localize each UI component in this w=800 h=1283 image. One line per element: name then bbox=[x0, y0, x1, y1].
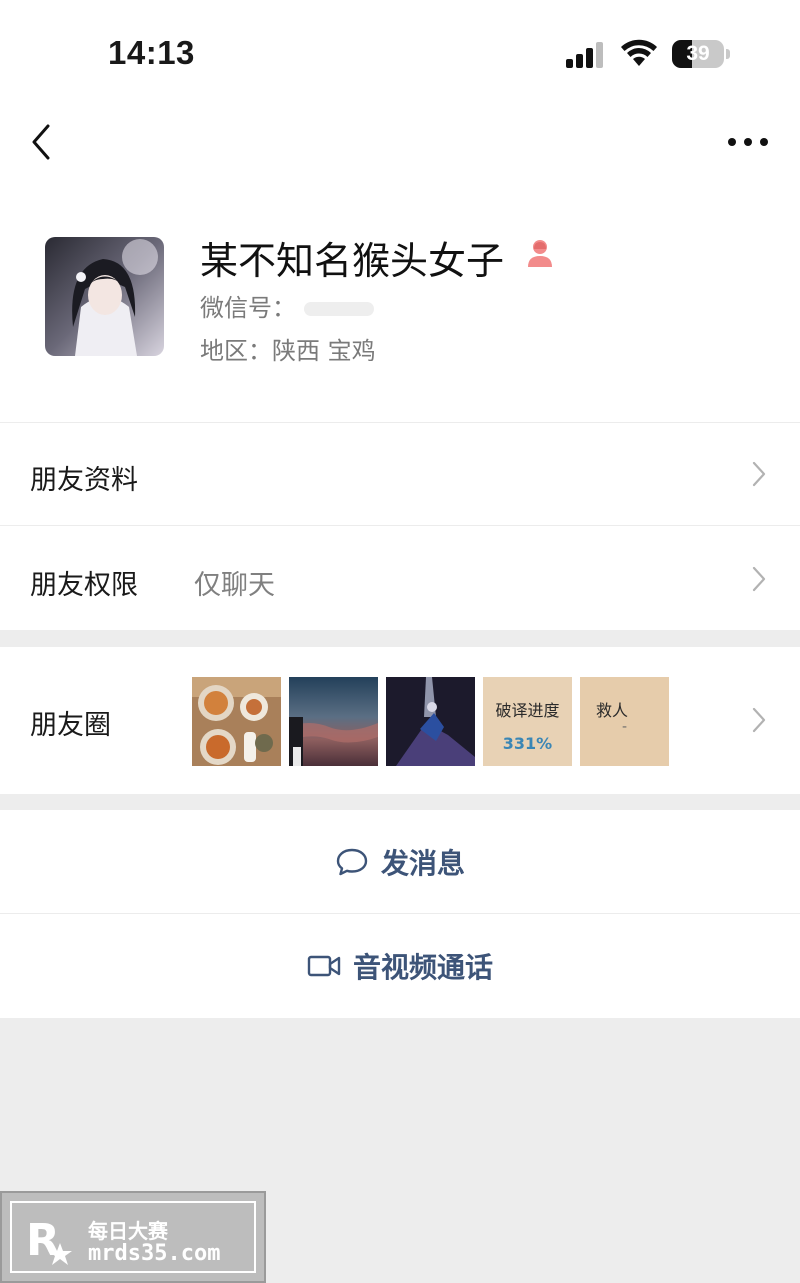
cellular-signal-icon bbox=[566, 42, 608, 68]
region: 地区：陕西 宝鸡 bbox=[200, 337, 376, 365]
video-call-label: 音视频通话 bbox=[352, 951, 493, 984]
chevron-right-icon bbox=[752, 707, 766, 733]
video-call-button[interactable]: 音视频通话 bbox=[0, 914, 800, 1018]
moments-thumbnail[interactable] bbox=[289, 677, 378, 766]
chevron-right-icon bbox=[752, 566, 766, 592]
send-message-button[interactable]: 发消息 bbox=[0, 810, 800, 913]
friend-profile-label: 朋友资料 bbox=[30, 465, 138, 496]
night-photo bbox=[386, 677, 475, 766]
thumbnail-text-line1: 破译进度 bbox=[495, 701, 560, 720]
watermark-title: 每日大赛 bbox=[88, 1219, 168, 1243]
thumbnail-text-line1: 救人 bbox=[596, 701, 629, 720]
moments-row[interactable]: 朋友圈 破译进度 331% 救人 - bbox=[0, 647, 800, 794]
video-camera-icon bbox=[307, 955, 341, 977]
more-dots-icon[interactable] bbox=[724, 124, 774, 160]
wechat-id-redacted bbox=[304, 302, 374, 316]
nav-bar bbox=[0, 100, 800, 190]
battery-icon: 39 bbox=[672, 40, 724, 68]
chat-bubble-icon bbox=[336, 848, 368, 875]
sky-photo bbox=[289, 677, 378, 766]
battery-tip bbox=[726, 49, 730, 59]
food-photo bbox=[192, 677, 281, 766]
moments-thumbnail[interactable] bbox=[192, 677, 281, 766]
send-message-label: 发消息 bbox=[380, 846, 465, 880]
wifi-icon bbox=[621, 39, 657, 66]
nickname: 某不知名猴头女子 bbox=[200, 239, 505, 283]
watermark-logo: R bbox=[26, 1215, 72, 1266]
avatar-image bbox=[45, 237, 164, 356]
watermark: R 每日大赛 mrds35.com bbox=[0, 1191, 266, 1283]
wechat-id-label: 微信号： bbox=[200, 294, 296, 322]
friend-permissions-value: 仅聊天 bbox=[194, 570, 275, 601]
moments-thumbnail[interactable]: 破译进度 331% bbox=[483, 677, 572, 766]
friend-profile-row[interactable]: 朋友资料 bbox=[0, 423, 800, 525]
female-user-icon bbox=[528, 240, 552, 267]
moments-thumbnail[interactable]: 救人 - bbox=[580, 677, 669, 766]
wechat-id: 微信号： bbox=[200, 288, 374, 323]
moments-label: 朋友圈 bbox=[30, 710, 111, 741]
thumbnail-text-line2: 331% bbox=[502, 734, 553, 753]
chevron-left-icon[interactable] bbox=[22, 118, 62, 166]
moments-thumbnail[interactable] bbox=[386, 677, 475, 766]
friend-permissions-label: 朋友权限 bbox=[30, 570, 138, 601]
profile-header: 某不知名猴头女子 微信号： 地区：陕西 宝鸡 bbox=[0, 190, 800, 422]
status-bar: 14:13 39 bbox=[0, 0, 800, 100]
watermark-frame: R 每日大赛 mrds35.com bbox=[10, 1201, 256, 1273]
chevron-right-icon bbox=[752, 461, 766, 487]
avatar[interactable] bbox=[45, 237, 164, 356]
thumbnail-text-line2: - bbox=[621, 719, 628, 735]
friend-permissions-row[interactable]: 朋友权限 仅聊天 bbox=[0, 526, 800, 630]
battery-level: 39 bbox=[686, 42, 710, 65]
watermark-url: mrds35.com bbox=[88, 1241, 221, 1266]
status-time: 14:13 bbox=[108, 34, 195, 71]
